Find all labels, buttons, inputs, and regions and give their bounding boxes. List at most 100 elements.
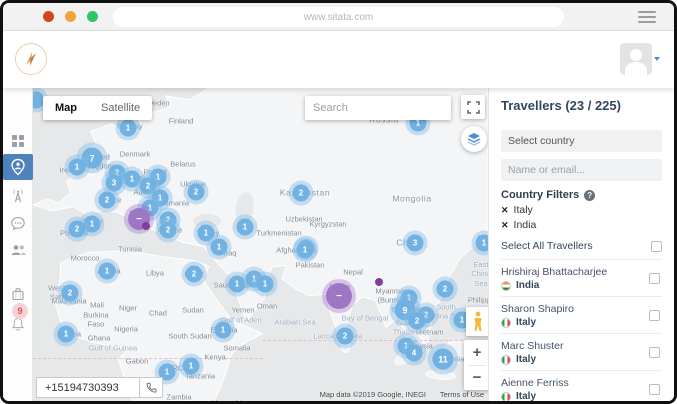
traveller-search-input[interactable] <box>501 159 662 181</box>
traveller-cluster-marker[interactable]: 4 <box>406 345 423 362</box>
filter-label: India <box>514 219 537 231</box>
traveller-checkbox[interactable] <box>649 310 660 321</box>
traffic-light-minimize[interactable] <box>65 11 76 22</box>
selected-cluster-marker[interactable]: − <box>326 283 352 309</box>
traveller-cluster-marker[interactable]: 1 <box>84 216 101 233</box>
sitata-logo[interactable] <box>15 43 47 75</box>
left-sidebar: 9 <box>3 88 33 401</box>
traveller-cluster-marker[interactable]: 2 <box>186 266 203 283</box>
select-all-label: Select All Travellers <box>501 240 593 252</box>
user-avatar[interactable] <box>620 43 652 75</box>
zoom-out-button[interactable]: − <box>464 366 488 391</box>
traveller-cluster-marker[interactable]: 1 <box>257 276 274 293</box>
phone-button[interactable] <box>140 377 163 398</box>
traveller-cluster-marker[interactable]: 1 <box>183 358 200 375</box>
traveller-row[interactable]: Marc ShusterItaly <box>501 334 662 371</box>
map-search-input[interactable] <box>305 102 463 114</box>
traveller-row[interactable]: Hrishiraj BhattacharjeeIndia <box>501 260 662 297</box>
people-icon <box>10 242 27 258</box>
chevron-down-icon[interactable] <box>654 57 660 61</box>
traveller-cluster-marker[interactable]: 1 <box>124 171 141 188</box>
traveller-checkbox[interactable] <box>649 273 660 284</box>
traveller-cluster-marker[interactable]: 3 <box>407 235 424 252</box>
sidebar-item-alerts-tower[interactable] <box>3 182 33 209</box>
sidebar-item-dashboard[interactable] <box>3 127 33 154</box>
traveller-cluster-marker[interactable]: 1 <box>229 276 246 293</box>
traveller-cluster-marker[interactable]: 2 <box>437 281 454 298</box>
grid-icon <box>10 133 26 149</box>
traveller-cluster-marker[interactable]: 2 <box>337 328 354 345</box>
traveller-cluster-marker[interactable]: 1 <box>297 242 314 259</box>
select-country-dropdown[interactable]: Select country <box>501 130 662 152</box>
travellers-panel: Travellers (23 / 225) Select country Cou… <box>488 88 674 401</box>
traveller-cluster-marker[interactable]: 1 <box>198 225 215 242</box>
traveller-cluster-marker[interactable]: 1 <box>476 235 489 252</box>
sidebar-item-messages[interactable] <box>3 209 33 236</box>
browser-menu-icon[interactable] <box>638 11 656 26</box>
traveller-dot-marker[interactable] <box>375 278 383 286</box>
traveller-cluster-marker[interactable]: 1 <box>211 239 228 256</box>
traveller-cluster-marker[interactable]: 2 <box>293 185 310 202</box>
traveller-row[interactable]: Aienne FerrissItaly <box>501 371 662 401</box>
remove-filter-icon[interactable]: ✕ <box>501 205 509 216</box>
traveller-cluster-marker[interactable]: 1 <box>215 322 232 339</box>
country-filter-chip: ✕Italy <box>501 204 662 216</box>
browser-window: www.sitata.com <box>0 0 677 404</box>
traveller-cluster-marker[interactable]: 1 <box>120 120 137 137</box>
url-bar[interactable]: www.sitata.com <box>113 7 564 27</box>
traveller-cluster-marker[interactable]: 2 <box>160 222 177 239</box>
sidebar-item-notifications[interactable]: 9 <box>3 310 33 337</box>
sidebar-item-travellers[interactable] <box>3 236 33 263</box>
map-canvas[interactable]: SwedenFinlandNorwayDenmarkUnited Kingdom… <box>33 88 488 401</box>
traveller-checkbox[interactable] <box>649 347 660 358</box>
phone-number-input[interactable] <box>36 377 140 398</box>
pegman-icon <box>472 311 484 332</box>
layers-button[interactable] <box>461 126 487 152</box>
traveller-row[interactable]: Sharon ShapiroItaly <box>501 297 662 334</box>
browser-chrome: www.sitata.com <box>3 3 674 31</box>
traffic-light-maximize[interactable] <box>87 11 98 22</box>
sidebar-item-traveller-map[interactable] <box>3 154 33 180</box>
country-filter-list: ✕Italy✕India <box>501 204 662 231</box>
traveller-cluster-marker[interactable]: 1 <box>237 219 254 236</box>
traveller-cluster-marker[interactable]: 2 <box>99 192 116 209</box>
pegman-control[interactable] <box>466 307 488 336</box>
select-all-row: Select All Travellers <box>501 240 662 260</box>
equator-line <box>263 340 488 341</box>
country-filters-title: Country Filters ? <box>501 189 662 201</box>
traveller-cluster-marker[interactable]: 2 <box>69 221 86 238</box>
chat-bubble-icon <box>10 215 26 231</box>
italy-flag-icon <box>501 355 511 365</box>
help-icon[interactable]: ? <box>584 190 595 201</box>
notification-badge: 9 <box>12 303 28 319</box>
traveller-dot-marker[interactable] <box>142 222 150 230</box>
equator-line <box>33 358 263 359</box>
panel-title: Travellers (23 / 225) <box>501 98 662 113</box>
url-text: www.sitata.com <box>304 12 373 23</box>
fullscreen-button[interactable] <box>461 95 485 119</box>
phone-search-control <box>36 377 163 398</box>
traveller-cluster-marker[interactable]: 1 <box>69 159 86 176</box>
map-type-map-button[interactable]: Map <box>43 96 89 120</box>
person-pin-icon <box>9 158 27 176</box>
traveller-checkbox[interactable] <box>649 384 660 395</box>
traveller-cluster-marker[interactable]: 11 <box>433 349 454 370</box>
traveller-list: Hrishiraj BhattacharjeeIndiaSharon Shapi… <box>501 260 662 401</box>
traveller-cluster-marker[interactable]: 1 <box>99 263 116 280</box>
traveller-name: Hrishiraj Bhattacharjee <box>501 266 607 278</box>
traveller-cluster-marker[interactable]: 1 <box>58 326 75 343</box>
traveller-country: Italy <box>501 317 536 328</box>
zoom-in-button[interactable]: + <box>464 340 488 365</box>
map-search-box <box>305 96 451 120</box>
terms-of-use-link[interactable]: Terms of Use <box>440 390 484 399</box>
traveller-cluster-marker[interactable]: 3 <box>106 175 123 192</box>
signal-tower-icon <box>10 188 26 204</box>
traffic-light-close[interactable] <box>43 11 54 22</box>
remove-filter-icon[interactable]: ✕ <box>501 220 509 231</box>
select-all-checkbox[interactable] <box>651 241 662 252</box>
traveller-cluster-marker[interactable]: 2 <box>62 285 79 302</box>
traveller-cluster-marker[interactable]: 2 <box>409 313 426 330</box>
map-type-satellite-button[interactable]: Satellite <box>89 96 152 120</box>
traveller-country: Italy <box>501 354 536 365</box>
traveller-cluster-marker[interactable]: 2 <box>188 184 205 201</box>
